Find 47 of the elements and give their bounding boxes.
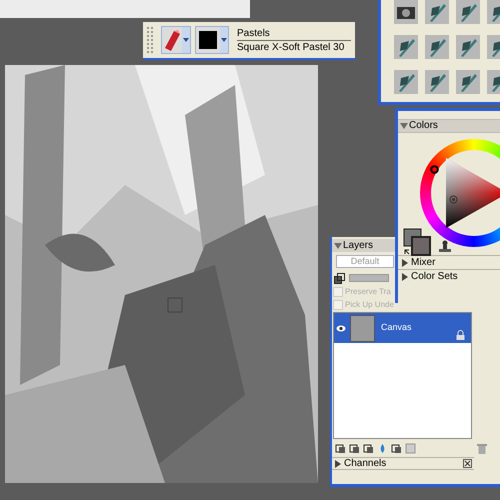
- caret-icon: [183, 38, 189, 42]
- section-header[interactable]: Mixer: [398, 255, 500, 269]
- layer-opacity-icon: [334, 272, 345, 284]
- color-marker-icon[interactable]: [449, 195, 458, 204]
- hue-marker-icon[interactable]: [430, 165, 439, 174]
- close-icon[interactable]: [463, 459, 472, 468]
- brush-category[interactable]: Pastels: [237, 26, 351, 40]
- pen-nib-icon[interactable]: [456, 35, 480, 59]
- color-swatch-icon: [199, 31, 217, 49]
- disclosure-triangle-icon[interactable]: [401, 258, 409, 266]
- stamp-icon[interactable]: [438, 240, 451, 253]
- pen-nib-icon[interactable]: [394, 70, 418, 94]
- pen-nib-icon[interactable]: [425, 35, 449, 59]
- brush-variant[interactable]: Square X-Soft Pastel 30: [237, 40, 351, 54]
- pen-nib-icon[interactable]: [425, 0, 449, 24]
- section-label: Channels: [344, 458, 388, 468]
- camera-icon[interactable]: [394, 0, 418, 24]
- pen-nib-icon[interactable]: [425, 70, 449, 94]
- layer-thumbnail: [350, 314, 375, 342]
- pen-nib-icon[interactable]: [456, 70, 480, 94]
- pen-nib-icon[interactable]: [456, 0, 480, 24]
- brush-category-selector[interactable]: [161, 26, 191, 54]
- color-swatch-selector[interactable]: [195, 26, 229, 54]
- option-label: Preserve Tra: [345, 288, 391, 296]
- section-label: Mixer: [411, 258, 436, 268]
- disclosure-triangle-icon[interactable]: [400, 122, 408, 130]
- section-label: Color Sets: [411, 272, 458, 282]
- pastel-stick-icon: [162, 28, 182, 52]
- panel-title-bar[interactable]: Colors: [398, 119, 500, 133]
- saturation-triangle[interactable]: [446, 158, 500, 228]
- layer-stack-icon[interactable]: [335, 442, 346, 454]
- disclosure-triangle-icon[interactable]: [334, 460, 342, 468]
- section-header[interactable]: Channels: [332, 457, 474, 470]
- panel-title: Layers: [343, 240, 374, 250]
- disclosure-triangle-icon[interactable]: [401, 272, 409, 280]
- eye-icon[interactable]: [336, 324, 346, 332]
- grip-icon[interactable]: [147, 27, 153, 53]
- pen-nib-icon[interactable]: [394, 35, 418, 59]
- panel-title: Colors: [409, 121, 438, 131]
- color-swatches-icon[interactable]: [403, 228, 431, 256]
- caret-icon: [221, 38, 227, 42]
- layer-name: Canvas: [381, 321, 413, 334]
- section-header[interactable]: Color Sets: [398, 269, 500, 283]
- disclosure-triangle-icon[interactable]: [334, 242, 342, 250]
- layer-row[interactable]: Canvas: [334, 313, 471, 343]
- option-label: Pick Up Unde: [345, 300, 394, 308]
- panel-title-bar[interactable]: Layers: [332, 239, 396, 252]
